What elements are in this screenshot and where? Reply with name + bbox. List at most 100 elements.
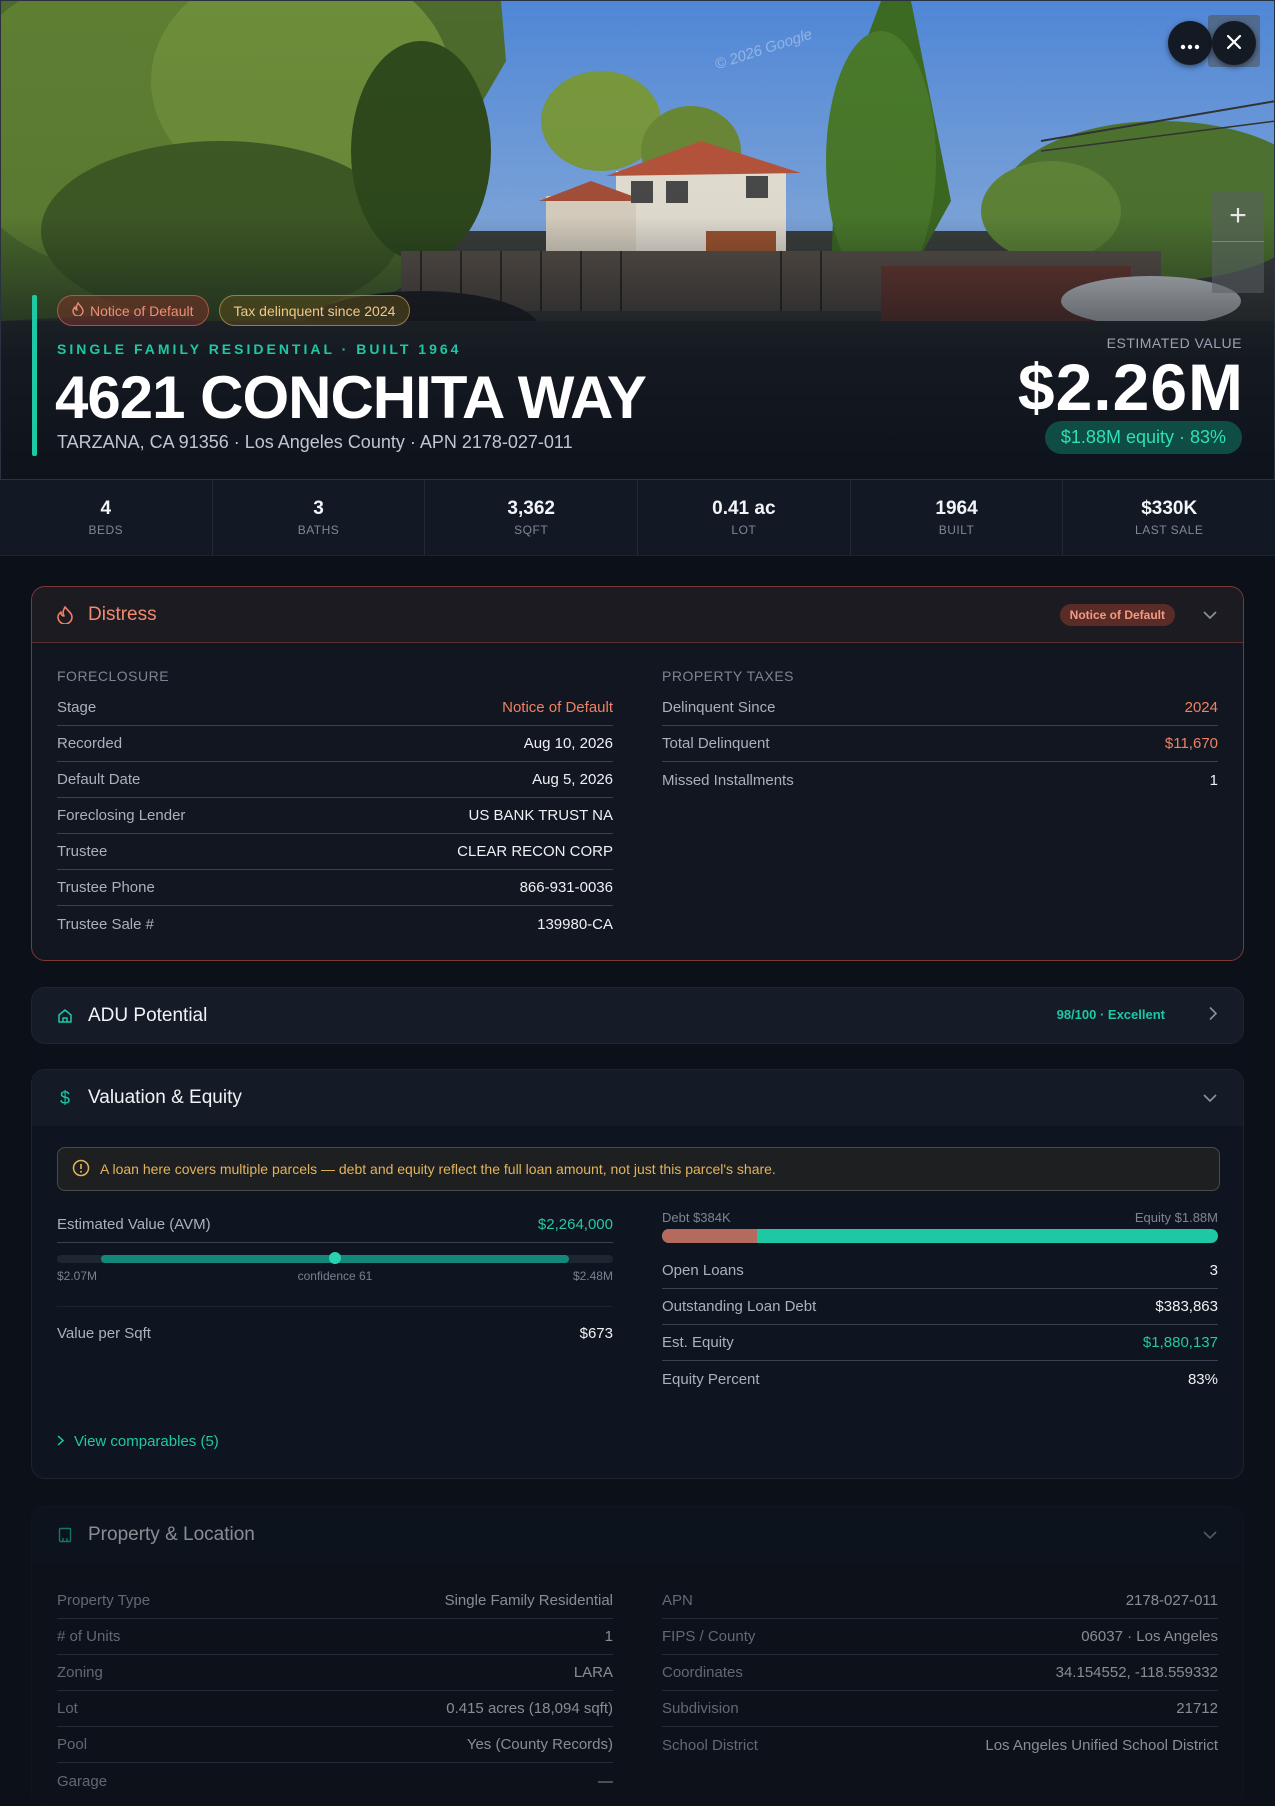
tax-delinquent-label: Tax delinquent since 2024 [233,302,396,319]
table-row: Trustee CLEAR RECON CORP [57,834,613,870]
row-value: 1 [604,1628,613,1645]
row-value: Aug 10, 2026 [523,735,613,752]
building-icon [56,1526,74,1544]
row-value: 1 [1209,771,1218,789]
row-value: Notice of Default [502,699,613,716]
table-row: Foreclosing Lender US BANK TRUST NA [57,798,613,834]
adu-potential-card[interactable]: ADU Potential 98/100 · Excellent [31,987,1244,1044]
chevron-right-icon [57,1433,65,1450]
valuation-header[interactable]: $ Valuation & Equity [32,1070,1243,1126]
stat-value: 3,362 [507,498,555,519]
row-value: LARA [573,1664,613,1681]
table-row: Subdivision 21712 [662,1691,1218,1727]
debt-equity-section: Debt $384K Equity $1.88M Open Loans 3 Out… [662,1207,1218,1397]
row-value: Yes (County Records) [466,1736,613,1753]
row-value: 21712 [1176,1700,1218,1717]
valuation-equity-card: $ Valuation & Equity A loan here covers … [31,1069,1244,1479]
stat-value: 4 [100,498,112,519]
table-row: Outstanding Loan Debt $383,863 [662,1289,1218,1325]
confidence-range-bar [57,1252,613,1264]
row-key: # of Units [57,1628,121,1645]
table-row: School District Los Angeles Unified Schoo… [662,1727,1218,1763]
row-key: APN [662,1592,693,1609]
stat-label: LAST SALE [1135,523,1204,537]
row-key: Zoning [57,1664,103,1681]
debt-label: Debt $384K [662,1209,731,1225]
debt-segment [662,1229,757,1243]
stat-value: 1964 [935,498,978,519]
close-button[interactable] [1212,21,1256,65]
foreclosure-label: FORECLOSURE [57,668,170,684]
warning-text: A loan here covers multiple parcels — de… [100,1161,776,1177]
tax-delinquent-badge: Tax delinquent since 2024 [218,295,411,326]
table-row: Coordinates 34.154552, -118.559332 [662,1655,1218,1691]
row-value: $673 [579,1324,613,1342]
stat-label: SQFT [514,523,549,537]
chevron-down-icon[interactable] [1203,606,1217,624]
distress-header[interactable]: Distress Notice of Default [32,587,1243,643]
dollar-icon: $ [59,1087,70,1108]
table-row: Garage — [57,1763,613,1799]
close-icon [1226,30,1242,56]
row-value: CLEAR RECON CORP [457,843,613,860]
debt-equity-labels: Debt $384K Equity $1.88M [662,1207,1218,1227]
table-row: Estimated Value (AVM) $2,264,000 [57,1207,613,1243]
zoom-out-button[interactable] [1212,242,1264,292]
view-comparables-label: View comparables (5) [74,1433,219,1450]
range-labels: $2.07M confidence 61 $2.48M [57,1269,613,1283]
table-row: Property Type Single Family Residential [57,1583,613,1619]
row-key: Equity Percent [662,1370,760,1388]
row-value: $11,670 [1164,735,1218,752]
view-comparables-link[interactable]: View comparables (5) [57,1433,219,1450]
street-view-zoom-control: + [1212,191,1264,293]
adu-score: 98/100 · Excellent [1056,1007,1165,1022]
adu-title: ADU Potential [88,1005,208,1026]
row-key: School District [662,1736,758,1754]
property-location-line: TARZANA, CA 91356 · Los Angeles County ·… [57,432,573,452]
title-accent-bar [32,295,37,456]
row-key: Estimated Value (AVM) [57,1216,211,1233]
property-header[interactable]: Property & Location [32,1507,1243,1563]
zoom-in-button[interactable]: + [1212,191,1264,242]
row-key: Value per Sqft [57,1324,151,1342]
range-confidence: confidence 61 [297,1269,373,1283]
property-details-right: APN 2178-027-011 FIPS / County 06037 · Los… [662,1583,1218,1763]
stat-built: 1964 BUILT [851,480,1064,555]
row-key: FIPS / County [662,1628,756,1645]
row-key: Trustee Phone [57,879,155,896]
more-options-button[interactable] [1168,21,1212,65]
row-value: Los Angeles Unified School District [985,1736,1218,1754]
notice-of-default-badge: Notice of Default [57,295,209,326]
table-row: Est. Equity $1,880,137 [662,1325,1218,1361]
table-row: Lot 0.415 acres (18,094 sqft) [57,1691,613,1727]
more-icon [1180,30,1200,56]
avm-section: Estimated Value (AVM) $2,264,000 $2.07M … [57,1207,613,1359]
stat-label: BEDS [88,523,124,537]
row-key: Trustee Sale # [57,915,154,933]
stat-last-sale: $330K LAST SALE [1063,480,1275,555]
row-value: 2024 [1184,699,1218,716]
stat-value: 3 [313,498,324,519]
debt-equity-bar [662,1229,1218,1243]
table-row: APN 2178-027-011 [662,1583,1218,1619]
adu-header[interactable]: ADU Potential 98/100 · Excellent [32,988,1243,1044]
distress-status-badge: Notice of Default [1059,604,1175,626]
stat-label: BATHS [297,523,340,537]
stat-lot: 0.41 ac LOT [638,480,851,555]
row-key: Property Type [57,1592,151,1609]
row-key: Total Delinquent [662,735,770,752]
table-row: Recorded Aug 10, 2026 [57,726,613,762]
row-value: 34.154552, -118.559332 [1055,1664,1218,1681]
chevron-down-icon[interactable] [1203,1089,1217,1107]
row-value: Aug 5, 2026 [532,771,613,788]
row-value[interactable]: 866-931-0036 [520,879,613,896]
table-row: Zoning LARA [57,1655,613,1691]
chevron-right-icon[interactable] [1209,1006,1218,1026]
row-value: Single Family Residential [444,1592,613,1609]
equity-label: Equity $1.88M [1134,1209,1218,1225]
notice-of-default-label: Notice of Default [90,302,194,319]
chevron-down-icon[interactable] [1203,1526,1217,1544]
property-stats-bar: 4 BEDS 3 BATHS 3,362 SQFT 0.41 ac LOT 19… [0,480,1275,556]
row-value: $1,880,137 [1142,1334,1218,1351]
row-key: Default Date [57,771,141,788]
